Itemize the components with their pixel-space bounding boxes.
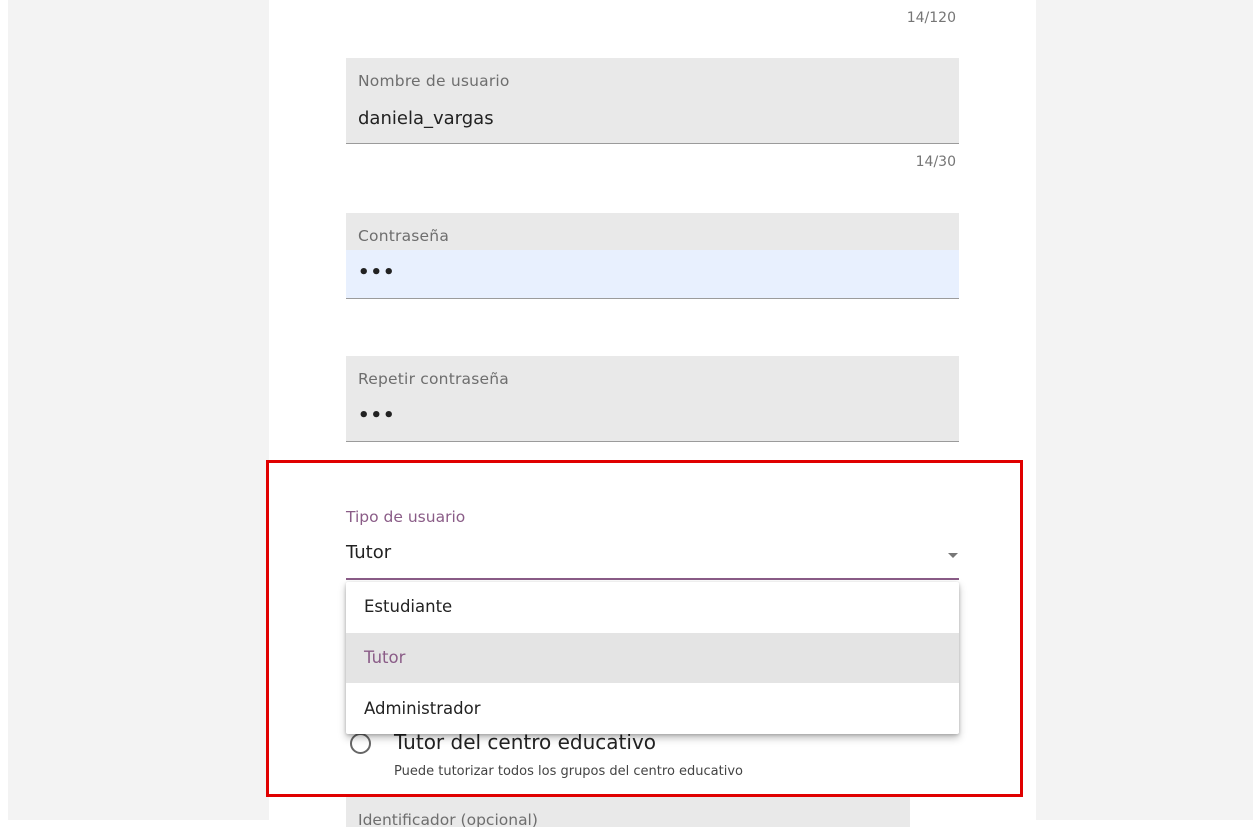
- identifier-field[interactable]: Identificador (opcional): [346, 797, 910, 827]
- repeat-password-value[interactable]: •••: [358, 405, 396, 426]
- username-field[interactable]: Nombre de usuario daniela_vargas: [346, 58, 959, 144]
- username-label: Nombre de usuario: [358, 72, 510, 90]
- repeat-password-field[interactable]: Repetir contraseña •••: [346, 356, 959, 442]
- password-label: Contraseña: [358, 227, 450, 245]
- password-autofill-background: [346, 250, 959, 298]
- password-field[interactable]: Contraseña •••: [346, 213, 959, 299]
- username-value[interactable]: daniela_vargas: [358, 108, 494, 129]
- repeat-password-label: Repetir contraseña: [358, 370, 509, 388]
- username-char-counter: 14/30: [915, 154, 956, 170]
- highlight-annotation-box: [266, 460, 1023, 797]
- identifier-label: Identificador (opcional): [358, 811, 538, 827]
- page-background-right: [1036, 0, 1253, 820]
- page-background-left: [8, 0, 269, 820]
- previous-field-char-counter: 14/120: [906, 10, 956, 26]
- password-value[interactable]: •••: [358, 262, 396, 283]
